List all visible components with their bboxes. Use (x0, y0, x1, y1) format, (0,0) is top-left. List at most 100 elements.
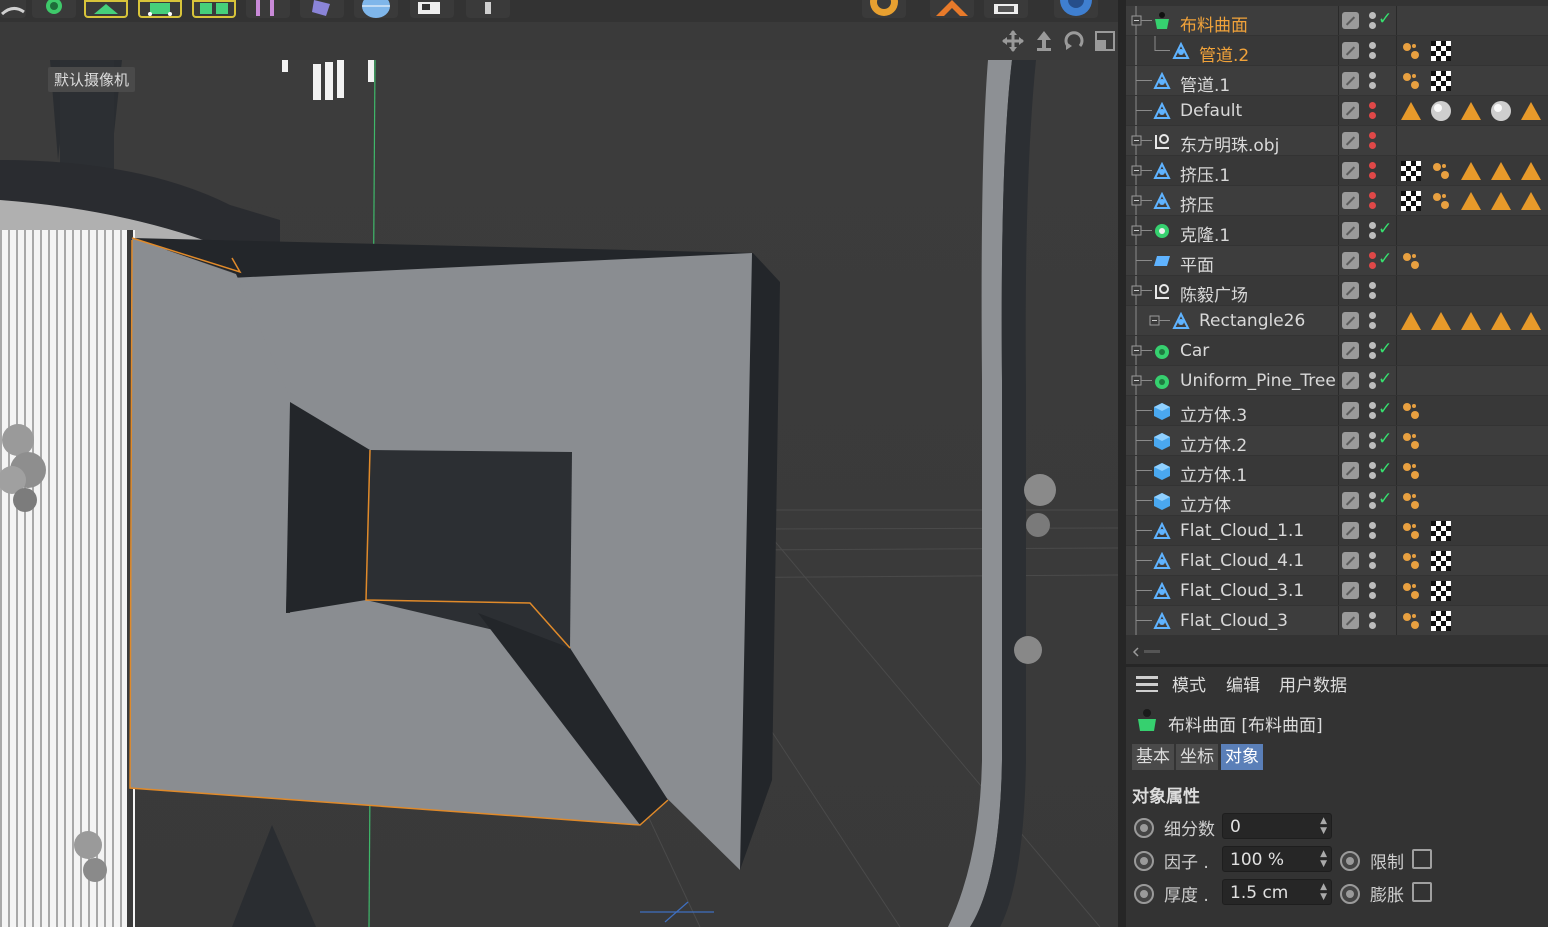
phong-tag-icon[interactable] (1490, 160, 1512, 182)
enabled-check-icon[interactable]: ✓ (1378, 9, 1392, 29)
visibility-dots-icon[interactable] (1369, 341, 1377, 361)
object-row[interactable]: Default (1126, 96, 1548, 125)
phong-tag-icon[interactable] (1520, 190, 1542, 212)
texture-tag-icon[interactable] (1430, 520, 1452, 542)
object-row[interactable]: 布料曲面 ✓ (1126, 6, 1548, 36)
visibility-dots-icon[interactable] (1369, 461, 1377, 481)
layer-edit-icon[interactable] (1342, 72, 1359, 89)
viewport-move-icon[interactable] (1002, 30, 1024, 52)
visibility-dots-icon[interactable] (1369, 221, 1377, 241)
sphere-material-icon[interactable] (1430, 100, 1452, 122)
visibility-dots-icon[interactable] (1369, 281, 1377, 301)
viewport-rotate-icon[interactable] (1063, 30, 1085, 52)
enabled-check-icon[interactable]: ✓ (1378, 219, 1392, 239)
menu-user-data[interactable]: 用户数据 (1279, 671, 1347, 696)
material-tag-icon[interactable] (1400, 490, 1422, 512)
object-name[interactable]: 立方体.2 (1180, 431, 1247, 456)
tool-polygons-mode-icon[interactable] (192, 0, 236, 18)
visibility-dots-icon[interactable] (1369, 311, 1377, 331)
object-row[interactable]: Flat_Cloud_4.1 (1126, 546, 1548, 575)
object-row[interactable]: 立方体.2 ✓ (1126, 426, 1548, 456)
visibility-dots-icon[interactable] (1369, 431, 1377, 451)
sphere-material-icon[interactable] (1490, 100, 1512, 122)
texture-tag-icon[interactable] (1400, 160, 1422, 182)
material-tag-icon[interactable] (1400, 610, 1422, 632)
limit-checkbox[interactable] (1412, 849, 1432, 869)
object-row[interactable]: 平面 ✓ (1126, 246, 1548, 276)
object-name[interactable]: 克隆.1 (1180, 221, 1230, 246)
visibility-dots-icon[interactable] (1369, 251, 1377, 271)
object-row[interactable]: 挤压 (1126, 186, 1548, 216)
visibility-dots-icon[interactable] (1369, 491, 1377, 511)
object-row[interactable]: 管道.1 (1126, 66, 1548, 96)
layer-edit-icon[interactable] (1342, 42, 1359, 59)
object-row[interactable]: Flat_Cloud_3 (1126, 606, 1548, 635)
material-tag-icon[interactable] (1430, 190, 1452, 212)
object-name[interactable]: 布料曲面 (1180, 11, 1248, 36)
phong-tag-icon[interactable] (1400, 100, 1422, 122)
menu-edit[interactable]: 编辑 (1226, 671, 1260, 696)
object-name[interactable]: 平面 (1180, 251, 1214, 276)
layer-edit-icon[interactable] (1342, 612, 1359, 629)
thickness-animate-icon[interactable] (1134, 884, 1154, 904)
material-tag-icon[interactable] (1400, 400, 1422, 422)
object-name[interactable]: Rectangle26 (1199, 311, 1305, 331)
thickness-stepper-icon[interactable]: ▲ ▼ (1320, 882, 1327, 902)
material-tag-icon[interactable] (1400, 520, 1422, 542)
texture-tag-icon[interactable] (1430, 610, 1452, 632)
layer-edit-icon[interactable] (1342, 582, 1359, 599)
object-row[interactable]: 管道.2 (1126, 36, 1548, 66)
tool-points-mode-icon[interactable] (138, 0, 182, 18)
phong-tag-icon[interactable] (1460, 160, 1482, 182)
material-tag-icon[interactable] (1400, 40, 1422, 62)
object-row[interactable]: 挤压.1 (1126, 156, 1548, 186)
layer-edit-icon[interactable] (1342, 192, 1359, 209)
enabled-check-icon[interactable]: ✓ (1378, 339, 1392, 359)
object-name[interactable]: 管道.2 (1199, 41, 1249, 66)
subdivisions-animate-icon[interactable] (1134, 818, 1154, 838)
hamburger-menu-icon[interactable] (1136, 676, 1158, 692)
visibility-dots-icon[interactable] (1369, 611, 1377, 631)
texture-tag-icon[interactable] (1430, 580, 1452, 602)
menu-mode[interactable]: 模式 (1172, 671, 1206, 696)
layer-edit-icon[interactable] (1342, 462, 1359, 479)
layer-edit-icon[interactable] (1342, 372, 1359, 389)
enabled-check-icon[interactable]: ✓ (1378, 489, 1392, 509)
object-row[interactable]: Flat_Cloud_1.1 (1126, 516, 1548, 545)
tool-python-icon[interactable] (1054, 0, 1098, 18)
tool-render-icon[interactable] (862, 0, 906, 18)
tool-workplane-icon[interactable] (984, 0, 1028, 18)
expand-animate-icon[interactable] (1340, 884, 1360, 904)
object-name[interactable]: Flat_Cloud_3.1 (1180, 581, 1304, 601)
layer-edit-icon[interactable] (1342, 162, 1359, 179)
visibility-dots-icon[interactable] (1369, 551, 1377, 571)
factor-animate-icon[interactable] (1134, 851, 1154, 871)
visibility-dots-icon[interactable] (1369, 371, 1377, 391)
texture-tag-icon[interactable] (1430, 70, 1452, 92)
visibility-dots-icon[interactable] (1369, 101, 1377, 121)
material-tag-icon[interactable] (1400, 550, 1422, 572)
visibility-dots-icon[interactable] (1369, 71, 1377, 91)
object-row[interactable]: Rectangle26 (1126, 306, 1548, 335)
camera-label[interactable]: 默认摄像机 (48, 67, 136, 92)
visibility-dots-icon[interactable] (1369, 161, 1377, 181)
enabled-check-icon[interactable]: ✓ (1378, 459, 1392, 479)
material-tag-icon[interactable] (1400, 460, 1422, 482)
object-name[interactable]: 东方明珠.obj (1180, 131, 1279, 156)
layer-edit-icon[interactable] (1342, 432, 1359, 449)
layer-edit-icon[interactable] (1342, 522, 1359, 539)
texture-tag-icon[interactable] (1430, 40, 1452, 62)
phong-tag-icon[interactable] (1520, 160, 1542, 182)
object-name[interactable]: Flat_Cloud_3 (1180, 611, 1288, 631)
layer-edit-icon[interactable] (1342, 552, 1359, 569)
object-name[interactable]: Flat_Cloud_1.1 (1180, 521, 1304, 541)
tool-texture-axis-icon[interactable] (246, 0, 290, 18)
visibility-dots-icon[interactable] (1369, 11, 1377, 31)
layer-edit-icon[interactable] (1342, 402, 1359, 419)
enabled-check-icon[interactable]: ✓ (1378, 399, 1392, 419)
tab-coordinates[interactable]: 坐标 (1176, 744, 1218, 770)
tab-object[interactable]: 对象 (1221, 744, 1263, 770)
phong-tag-icon[interactable] (1460, 100, 1482, 122)
viewport-maximize-icon[interactable] (1094, 30, 1116, 52)
subdivisions-stepper-icon[interactable]: ▲ ▼ (1320, 816, 1327, 836)
